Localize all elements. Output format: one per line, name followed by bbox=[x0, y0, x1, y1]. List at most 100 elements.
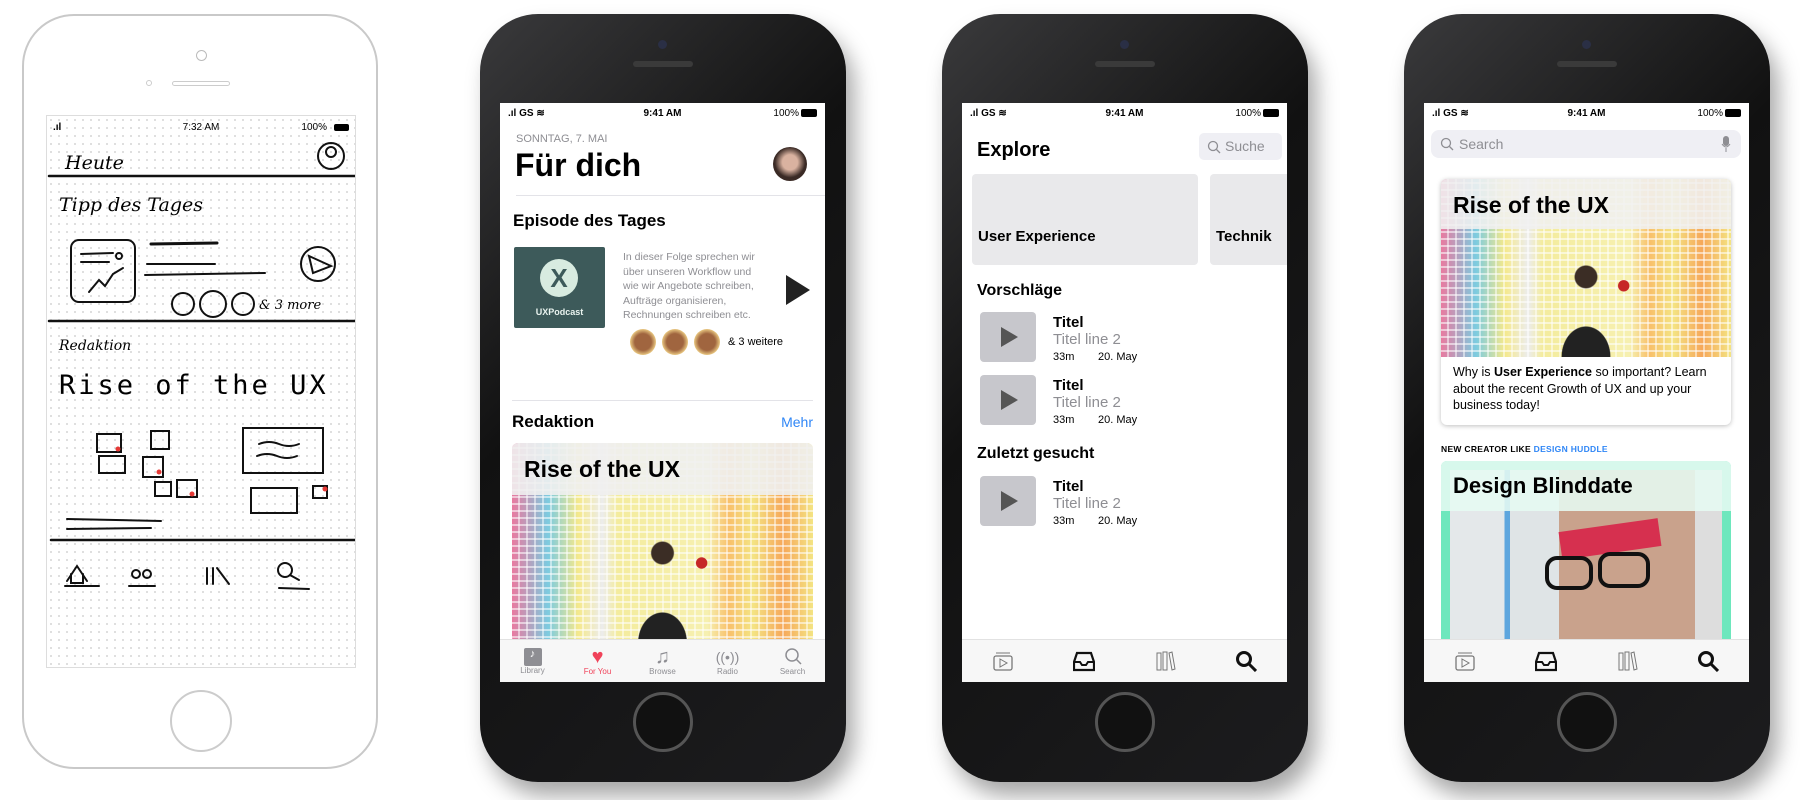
library-icon[interactable] bbox=[1616, 650, 1638, 672]
section-title: Zuletzt gesucht bbox=[977, 445, 1095, 462]
tab-label: Browse bbox=[649, 666, 676, 676]
status-bar: .ıl GS ≋ 9:41 AM 100% bbox=[962, 103, 1287, 125]
sketch-section-title: Redaktion bbox=[59, 338, 132, 354]
item-duration: 33m bbox=[1053, 515, 1075, 527]
list-item[interactable]: Titel Titel line 2 33m 20. May bbox=[980, 375, 1280, 427]
section-title: Vorschläge bbox=[977, 282, 1063, 299]
status-battery: 100% bbox=[1235, 108, 1261, 119]
category-card[interactable]: Technik bbox=[1210, 174, 1287, 265]
more-link[interactable]: Mehr bbox=[781, 414, 813, 430]
inbox-icon[interactable] bbox=[1072, 650, 1095, 672]
participants-more: & 3 weitere bbox=[728, 336, 784, 348]
list-item[interactable]: Titel Titel line 2 33m 20. May bbox=[980, 476, 1280, 528]
podcast-artwork[interactable]: X UXPodcast bbox=[514, 247, 605, 328]
play-thumbnail-icon bbox=[980, 476, 1036, 526]
card-title: Rise of the UX bbox=[1453, 192, 1609, 218]
episodes-icon[interactable] bbox=[1454, 650, 1476, 672]
episode-description: In dieser Folge sprechen wir über unsere… bbox=[623, 251, 755, 321]
search-icon bbox=[784, 647, 802, 665]
item-duration: 33m bbox=[1053, 414, 1075, 426]
item-title: Titel bbox=[1053, 314, 1084, 331]
library-icon bbox=[206, 567, 230, 585]
creator-link[interactable]: DESIGN HUDDLE bbox=[1534, 444, 1608, 454]
discover-screen: .ıl GS ≋ 9:41 AM 100% Search Rise of the… bbox=[1424, 103, 1749, 682]
tab-for-you[interactable]: ♥ For You bbox=[568, 647, 628, 676]
tab-bar bbox=[1424, 639, 1749, 682]
music-note-icon: ♫ bbox=[655, 645, 670, 668]
tab-browse[interactable]: ♫ Browse bbox=[633, 647, 693, 676]
home-button bbox=[170, 690, 232, 752]
camera bbox=[196, 50, 207, 61]
microphone-icon[interactable] bbox=[1721, 136, 1731, 152]
search-icon[interactable] bbox=[1235, 650, 1258, 672]
library-icon[interactable] bbox=[1154, 650, 1176, 672]
people-icon bbox=[131, 569, 141, 579]
sketch-screen: .ıl 7:32 AM 100% Heute Tipp des Tages & … bbox=[46, 115, 356, 668]
tab-label: Library bbox=[520, 665, 545, 675]
for-you-screen: .ıl GS ≋ 9:41 AM 100% SONNTAG, 7. MAI Fü… bbox=[500, 103, 825, 682]
play-thumbnail-icon bbox=[980, 312, 1036, 362]
divider bbox=[512, 400, 813, 401]
search-input[interactable]: Search bbox=[1431, 130, 1741, 158]
category-label: Technik bbox=[1216, 228, 1272, 245]
item-subtitle: Titel line 2 bbox=[1053, 331, 1121, 348]
divider bbox=[516, 195, 825, 196]
phone-explore: .ıl GS ≋ 9:41 AM 100% Explore Suche User… bbox=[942, 14, 1308, 782]
search-input[interactable]: Suche bbox=[1199, 133, 1282, 160]
speaker bbox=[633, 61, 693, 67]
tab-library[interactable]: ♪ Library bbox=[503, 647, 563, 675]
creator-prefix: NEW CREATOR LIKE bbox=[1441, 444, 1531, 454]
article-card[interactable]: Rise of the UX Why is User Experience so… bbox=[1441, 179, 1731, 425]
tab-bar bbox=[962, 639, 1287, 682]
item-date: 20. May bbox=[1098, 351, 1138, 363]
artwork-label: UXPodcast bbox=[535, 307, 584, 317]
card-text: Why is User Experience so important? Lea… bbox=[1453, 364, 1725, 414]
avatar[interactable] bbox=[773, 147, 807, 181]
inbox-icon[interactable] bbox=[1534, 650, 1557, 672]
sensor bbox=[146, 80, 152, 86]
play-icon bbox=[300, 246, 336, 282]
card-text-part: Why is bbox=[1453, 365, 1494, 379]
home-button[interactable] bbox=[633, 692, 693, 752]
speaker bbox=[1095, 61, 1155, 67]
home-button[interactable] bbox=[1095, 692, 1155, 752]
participant-avatar bbox=[662, 329, 688, 355]
sketch-section-title: Tipp des Tages bbox=[59, 194, 203, 216]
search-icon bbox=[1207, 140, 1221, 154]
search-icon[interactable] bbox=[1697, 650, 1720, 672]
sketch-more: & 3 more bbox=[259, 298, 322, 313]
item-title: Titel bbox=[1053, 478, 1084, 495]
category-label: User Experience bbox=[978, 228, 1096, 245]
item-subtitle: Titel line 2 bbox=[1053, 394, 1121, 411]
status-bar: .ıl GS ≋ 9:41 AM 100% bbox=[500, 103, 825, 125]
tab-radio[interactable]: ((•)) Radio bbox=[698, 647, 758, 676]
card-title: Rise of the UX bbox=[524, 456, 680, 482]
play-thumbnail-icon bbox=[980, 375, 1036, 425]
home-button[interactable] bbox=[1557, 692, 1617, 752]
participant-avatar bbox=[694, 329, 720, 355]
section-title: Episode des Tages bbox=[513, 211, 666, 230]
home-icon bbox=[66, 564, 88, 584]
battery-icon bbox=[1725, 109, 1741, 117]
camera bbox=[1120, 40, 1129, 49]
tab-search[interactable]: Search bbox=[763, 647, 823, 676]
heart-icon: ♥ bbox=[591, 645, 604, 668]
glasses bbox=[1598, 552, 1650, 588]
card-title: Design Blinddate bbox=[1453, 473, 1633, 498]
page-title: Für dich bbox=[515, 147, 642, 183]
sketch-headline: Rise of the UX bbox=[59, 370, 329, 401]
play-icon[interactable] bbox=[786, 275, 810, 305]
category-card[interactable]: User Experience bbox=[972, 174, 1198, 265]
date-label: SONNTAG, 7. MAI bbox=[516, 133, 608, 145]
battery-icon bbox=[1263, 109, 1279, 117]
list-item[interactable]: Titel Titel line 2 33m 20. May bbox=[980, 312, 1280, 364]
uxpodcast-logo-icon: X bbox=[540, 259, 578, 297]
episodes-icon[interactable] bbox=[992, 650, 1014, 672]
search-placeholder: Search bbox=[1459, 136, 1504, 152]
status-bar: .ıl GS ≋ 9:41 AM 100% bbox=[1424, 103, 1749, 125]
editorial-card[interactable]: Rise of the UX bbox=[512, 443, 813, 643]
search-placeholder: Suche bbox=[1225, 138, 1265, 154]
creator-card[interactable]: Design Blinddate bbox=[1441, 461, 1731, 661]
status-battery: 100% bbox=[773, 108, 799, 119]
phone-discover: .ıl GS ≋ 9:41 AM 100% Search Rise of the… bbox=[1404, 14, 1770, 782]
